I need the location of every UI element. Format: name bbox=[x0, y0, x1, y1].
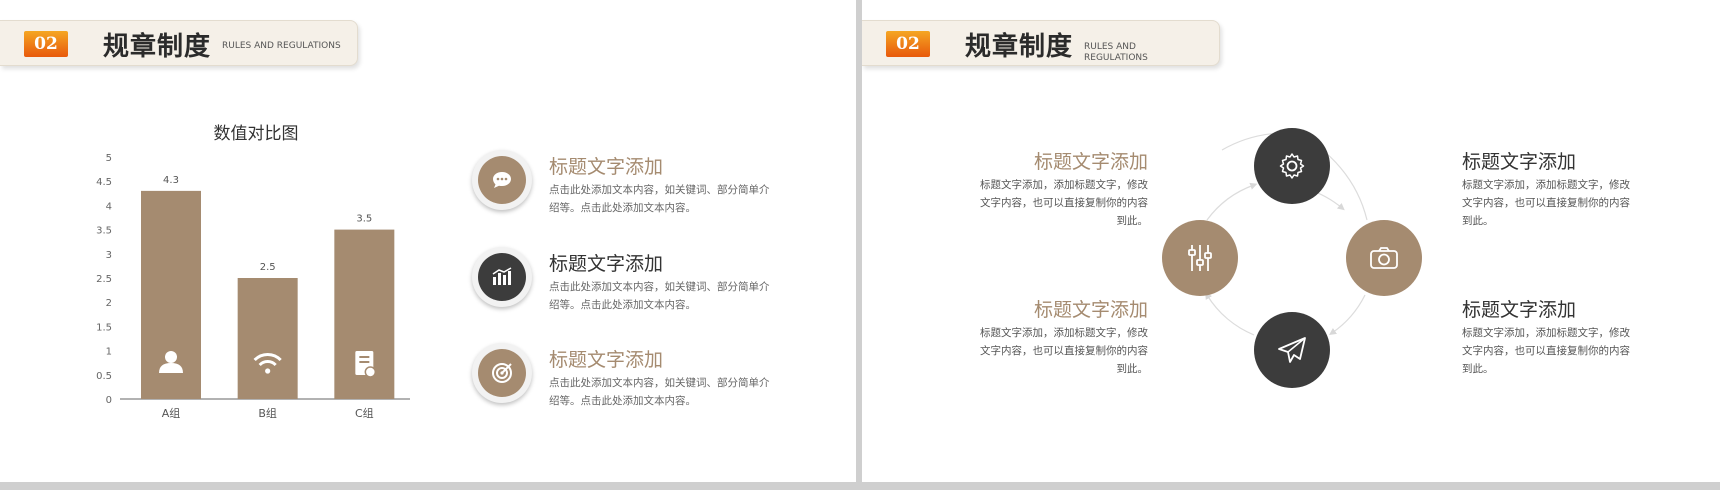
slide-right: 02 规章制度 RULES AND REGULATIONS 标题文字添加 标题文… bbox=[862, 0, 1720, 482]
cycle-arrows bbox=[1205, 129, 1368, 336]
y-tick-label: 1 bbox=[106, 347, 112, 358]
y-tick-label: 0.5 bbox=[96, 371, 112, 382]
block-title: 标题文字添加 bbox=[1462, 151, 1577, 173]
bar-chart: 数值对比图 0 0.5 1 1.5 2 2.5 3 3.5 4 4.5 5 4.3 A组 2.5 B组 3.5 C… bbox=[96, 124, 410, 420]
paper-plane-icon bbox=[1254, 312, 1330, 388]
sliders-icon bbox=[1162, 220, 1238, 296]
item-text: 点击此处添加文本内容，如关键词、部分简单介绍等。点击此处添加文本内容。 bbox=[549, 377, 770, 407]
bar bbox=[237, 278, 298, 399]
item-title: 标题文字添加 bbox=[549, 156, 664, 178]
feature-item-2: 标题文字添加 点击此处添加文本内容，如关键词、部分简单介绍等。点击此处添加文本内… bbox=[472, 247, 792, 317]
y-tick-label: 5 bbox=[106, 153, 112, 164]
bar-value-label: 3.5 bbox=[356, 214, 372, 225]
bar-value-label: 2.5 bbox=[260, 262, 276, 273]
block-text: 标题文字添加，添加标题文字，修改文字内容，也可以直接复制你的内容到此。 bbox=[1462, 179, 1630, 227]
stage: 02 规章制度 RULES AND REGULATIONS 数值对比图 0 0.5 1… bbox=[0, 0, 1720, 490]
block-title: 标题文字添加 bbox=[1033, 151, 1148, 173]
y-tick-label: 3 bbox=[106, 250, 112, 261]
feature-item-1: 标题文字添加 点击此处添加文本内容，如关键词、部分简单介绍等。点击此处添加文本内… bbox=[472, 150, 792, 220]
gear-icon bbox=[1254, 128, 1330, 204]
block-text: 标题文字添加，添加标题文字，修改文字内容，也可以直接复制你的内容到此。 bbox=[980, 179, 1148, 227]
text-block-top-right: 标题文字添加 标题文字添加，添加标题文字，修改文字内容，也可以直接复制你的内容到… bbox=[1462, 150, 1630, 230]
y-tick-label: 2.5 bbox=[96, 274, 112, 285]
y-tick-label: 3.5 bbox=[96, 226, 112, 237]
x-category-label: C组 bbox=[355, 406, 374, 420]
item-text: 点击此处添加文本内容，如关键词、部分简单介绍等。点击此处添加文本内容。 bbox=[549, 184, 770, 214]
item-title: 标题文字添加 bbox=[549, 253, 664, 275]
block-title: 标题文字添加 bbox=[1462, 299, 1577, 321]
item-title: 标题文字添加 bbox=[549, 349, 664, 371]
block-text: 标题文字添加，添加标题文字，修改文字内容，也可以直接复制你的内容到此。 bbox=[980, 327, 1148, 375]
y-tick-label: 0 bbox=[106, 395, 112, 406]
target-icon bbox=[478, 349, 526, 397]
document-icon bbox=[355, 351, 377, 378]
camera-icon bbox=[1346, 220, 1422, 296]
y-tick-label: 4 bbox=[106, 201, 112, 212]
bar-chart-icon bbox=[478, 253, 526, 301]
y-tick-label: 1.5 bbox=[96, 322, 112, 333]
item-text: 点击此处添加文本内容，如关键词、部分简单介绍等。点击此处添加文本内容。 bbox=[549, 281, 770, 311]
x-category-label: B组 bbox=[258, 406, 277, 420]
text-block-top-left: 标题文字添加 标题文字添加，添加标题文字，修改文字内容，也可以直接复制你的内容到… bbox=[980, 150, 1148, 230]
text-block-bottom-left: 标题文字添加 标题文字添加，添加标题文字，修改文字内容，也可以直接复制你的内容到… bbox=[980, 298, 1148, 378]
block-text: 标题文字添加，添加标题文字，修改文字内容，也可以直接复制你的内容到此。 bbox=[1462, 327, 1630, 375]
y-tick-label: 4.5 bbox=[96, 177, 112, 188]
y-tick-label: 2 bbox=[106, 298, 112, 309]
x-category-label: A组 bbox=[162, 406, 181, 420]
block-title: 标题文字添加 bbox=[1033, 299, 1148, 321]
chat-bubble-icon bbox=[478, 156, 526, 204]
bar-value-label: 4.3 bbox=[163, 175, 179, 186]
slide-left: 02 规章制度 RULES AND REGULATIONS 数值对比图 0 0.5 1… bbox=[0, 0, 856, 482]
text-block-bottom-right: 标题文字添加 标题文字添加，添加标题文字，修改文字内容，也可以直接复制你的内容到… bbox=[1462, 298, 1630, 378]
feature-item-3: 标题文字添加 点击此处添加文本内容，如关键词、部分简单介绍等。点击此处添加文本内… bbox=[472, 343, 792, 413]
chart-title: 数值对比图 bbox=[214, 124, 299, 144]
